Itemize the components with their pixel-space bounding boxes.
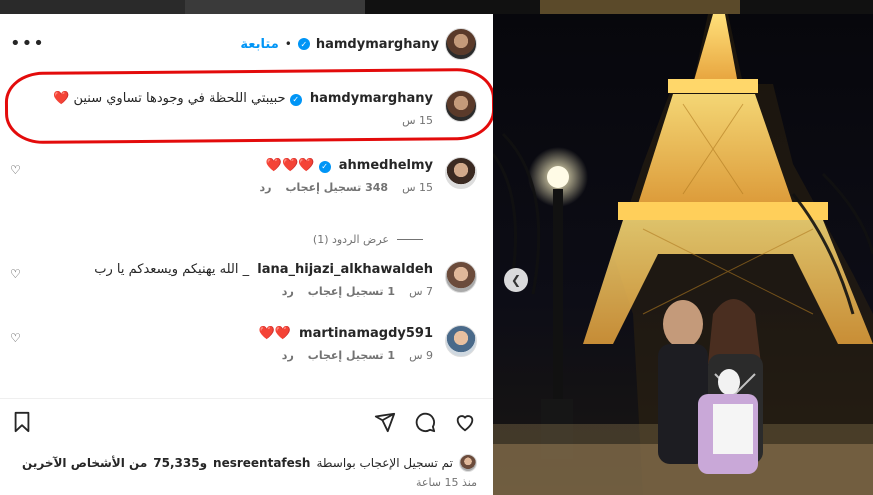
heart-icon[interactable]: ♡ — [10, 267, 21, 281]
separator-dot: • — [284, 37, 292, 51]
follow-button[interactable]: متابعة — [240, 37, 278, 52]
heart-emoji: ❤️ — [53, 91, 70, 106]
more-options-icon[interactable]: ••• — [10, 33, 45, 54]
liker-avatar[interactable] — [459, 454, 477, 472]
likes-count[interactable]: و75,335 — [153, 456, 207, 470]
reply-button[interactable]: رد — [259, 181, 271, 194]
comment-time[interactable]: 7 س — [409, 285, 433, 298]
bookmark-icon[interactable] — [10, 410, 34, 434]
verified-badge-icon: ✓ — [297, 38, 310, 50]
share-icon[interactable] — [373, 410, 397, 434]
likes-summary: تم تسجيل الإعجاب بواسطة nesreentafesh و7… — [10, 454, 477, 472]
commenter-username[interactable]: ahmedhelmy — [339, 158, 433, 173]
reply-button[interactable]: رد — [282, 285, 294, 298]
commenter-avatar[interactable] — [445, 157, 477, 189]
post-header: hamdymarghany ✓ • متابعة ••• — [10, 28, 477, 60]
actions-divider — [0, 398, 493, 399]
comment-text: _ الله يهنيكم ويسعدكم يا رب — [94, 262, 250, 277]
verified-badge-icon: ✓ — [289, 94, 302, 106]
view-replies-label[interactable]: عرض الردود (1) — [313, 233, 389, 246]
verified-badge-icon: ✓ — [318, 161, 331, 173]
caption-time[interactable]: 15 س — [402, 114, 433, 127]
comment-likes-count[interactable]: 1 تسجيل إعجاب — [308, 285, 395, 298]
eiffel-tower-night-image — [493, 14, 873, 495]
comment-item: ahmedhelmy ✓ ❤️❤️❤️ 15 س 348 تسجيل إعجاب… — [10, 157, 477, 194]
view-replies[interactable]: عرض الردود (1) — [313, 233, 423, 246]
comment-text: ❤️❤️❤️ — [265, 158, 315, 173]
heart-icon[interactable]: ♡ — [10, 331, 21, 345]
top-strip — [0, 0, 873, 14]
top-thumbnail-2 — [185, 0, 365, 14]
likes-prefix: تم تسجيل الإعجاب بواسطة — [316, 456, 453, 470]
comment-likes-count[interactable]: 348 تسجيل إعجاب — [285, 181, 388, 194]
commenter-avatar[interactable] — [445, 325, 477, 357]
post-photo — [493, 14, 873, 495]
liker-username[interactable]: nesreentafesh — [213, 456, 310, 470]
likes-suffix[interactable]: من الأشخاص الآخرين — [22, 456, 147, 470]
caption-text: حبيبتي اللحظة في وجودها تساوي سنين — [73, 91, 286, 106]
top-thumbnail-1 — [0, 0, 185, 14]
author-username[interactable]: hamdymarghany — [316, 37, 439, 52]
comments-panel: hamdymarghany ✓ • متابعة ••• hamdymargha… — [0, 14, 493, 495]
commenter-avatar[interactable] — [445, 261, 477, 293]
comment-item: lana_hijazi_alkhawaldeh _ الله يهنيكم وي… — [10, 261, 477, 298]
caption-username[interactable]: hamdymarghany — [310, 91, 433, 106]
chevron-left-icon[interactable]: ❮ — [504, 268, 528, 292]
comment-likes-count[interactable]: 1 تسجيل إعجاب — [308, 349, 395, 362]
heart-icon[interactable] — [453, 410, 477, 434]
comment-text: ❤️❤️ — [258, 326, 291, 341]
commenter-username[interactable]: martinamagdy591 — [299, 326, 433, 341]
comment-item: martinamagdy591 ❤️❤️ 9 س 1 تسجيل إعجاب ر… — [10, 325, 477, 362]
top-thumbnail-3 — [540, 0, 740, 14]
heart-icon[interactable]: ♡ — [10, 163, 21, 177]
reply-button[interactable]: رد — [282, 349, 294, 362]
comment-time[interactable]: 9 س — [409, 349, 433, 362]
caption-avatar[interactable] — [445, 90, 477, 122]
commenter-username[interactable]: lana_hijazi_alkhawaldeh — [257, 262, 433, 277]
post-time-ago[interactable]: منذ 15 ساعة — [416, 476, 477, 489]
post-actions — [10, 410, 477, 440]
comment-icon[interactable] — [413, 410, 437, 434]
replies-line — [397, 239, 423, 240]
comment-time[interactable]: 15 س — [402, 181, 433, 194]
author-avatar[interactable] — [445, 28, 477, 60]
caption: hamdymarghany ✓ حبيبتي اللحظة في وجودها … — [10, 90, 477, 127]
